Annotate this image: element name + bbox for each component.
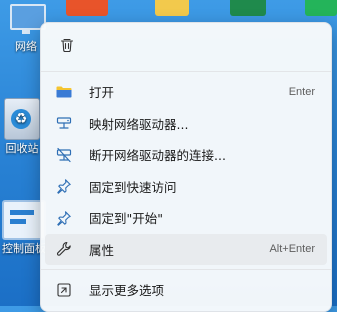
menu-item-pin-start[interactable]: 固定到"开始" (45, 202, 327, 234)
menu-item-label: 显示更多选项 (89, 283, 165, 299)
separator (41, 269, 331, 270)
trash-icon (60, 38, 74, 53)
folder-icon (56, 84, 72, 100)
context-menu: 打开 Enter 映射网络驱动器... 断开网络驱动器的连接... 固定到快速访… (40, 22, 332, 312)
menu-item-label: 打开 (89, 85, 115, 101)
delete-button[interactable] (53, 31, 81, 59)
more-options-icon (56, 282, 72, 298)
app-icon-green-s[interactable] (305, 0, 337, 16)
menu-item-disconnect-network-drive[interactable]: 断开网络驱动器的连接... (45, 139, 327, 171)
menu-item-label: 固定到快速访问 (89, 179, 177, 195)
app-icon-spreadsheet[interactable] (155, 0, 189, 16)
menu-item-pin-quick-access[interactable]: 固定到快速访问 (45, 171, 327, 203)
recycle-bin-icon: ♻ (4, 98, 40, 140)
menu-item-label: 固定到"开始" (89, 211, 163, 227)
pin-icon (56, 178, 72, 194)
map-network-drive-icon (56, 115, 72, 131)
menu-item-shortcut: Alt+Enter (269, 243, 315, 256)
app-icon-green-square[interactable] (230, 0, 266, 16)
menu-item-map-network-drive[interactable]: 映射网络驱动器... (45, 108, 327, 140)
menu-item-label: 属性 (89, 242, 115, 258)
quick-actions-bar (41, 23, 331, 67)
separator (41, 71, 331, 72)
menu-item-label: 断开网络驱动器的连接... (89, 148, 226, 164)
disconnect-network-drive-icon (56, 147, 72, 163)
menu-item-label: 映射网络驱动器... (89, 116, 189, 132)
menu-item-show-more-options[interactable]: 显示更多选项 (45, 274, 327, 306)
pin-icon (56, 210, 72, 226)
app-icon-red[interactable] (66, 0, 108, 16)
wrench-icon (56, 241, 72, 257)
menu-item-shortcut: Enter (288, 85, 315, 98)
menu-item-properties[interactable]: 属性 Alt+Enter (45, 233, 327, 265)
menu-item-open[interactable]: 打开 Enter (45, 76, 327, 108)
